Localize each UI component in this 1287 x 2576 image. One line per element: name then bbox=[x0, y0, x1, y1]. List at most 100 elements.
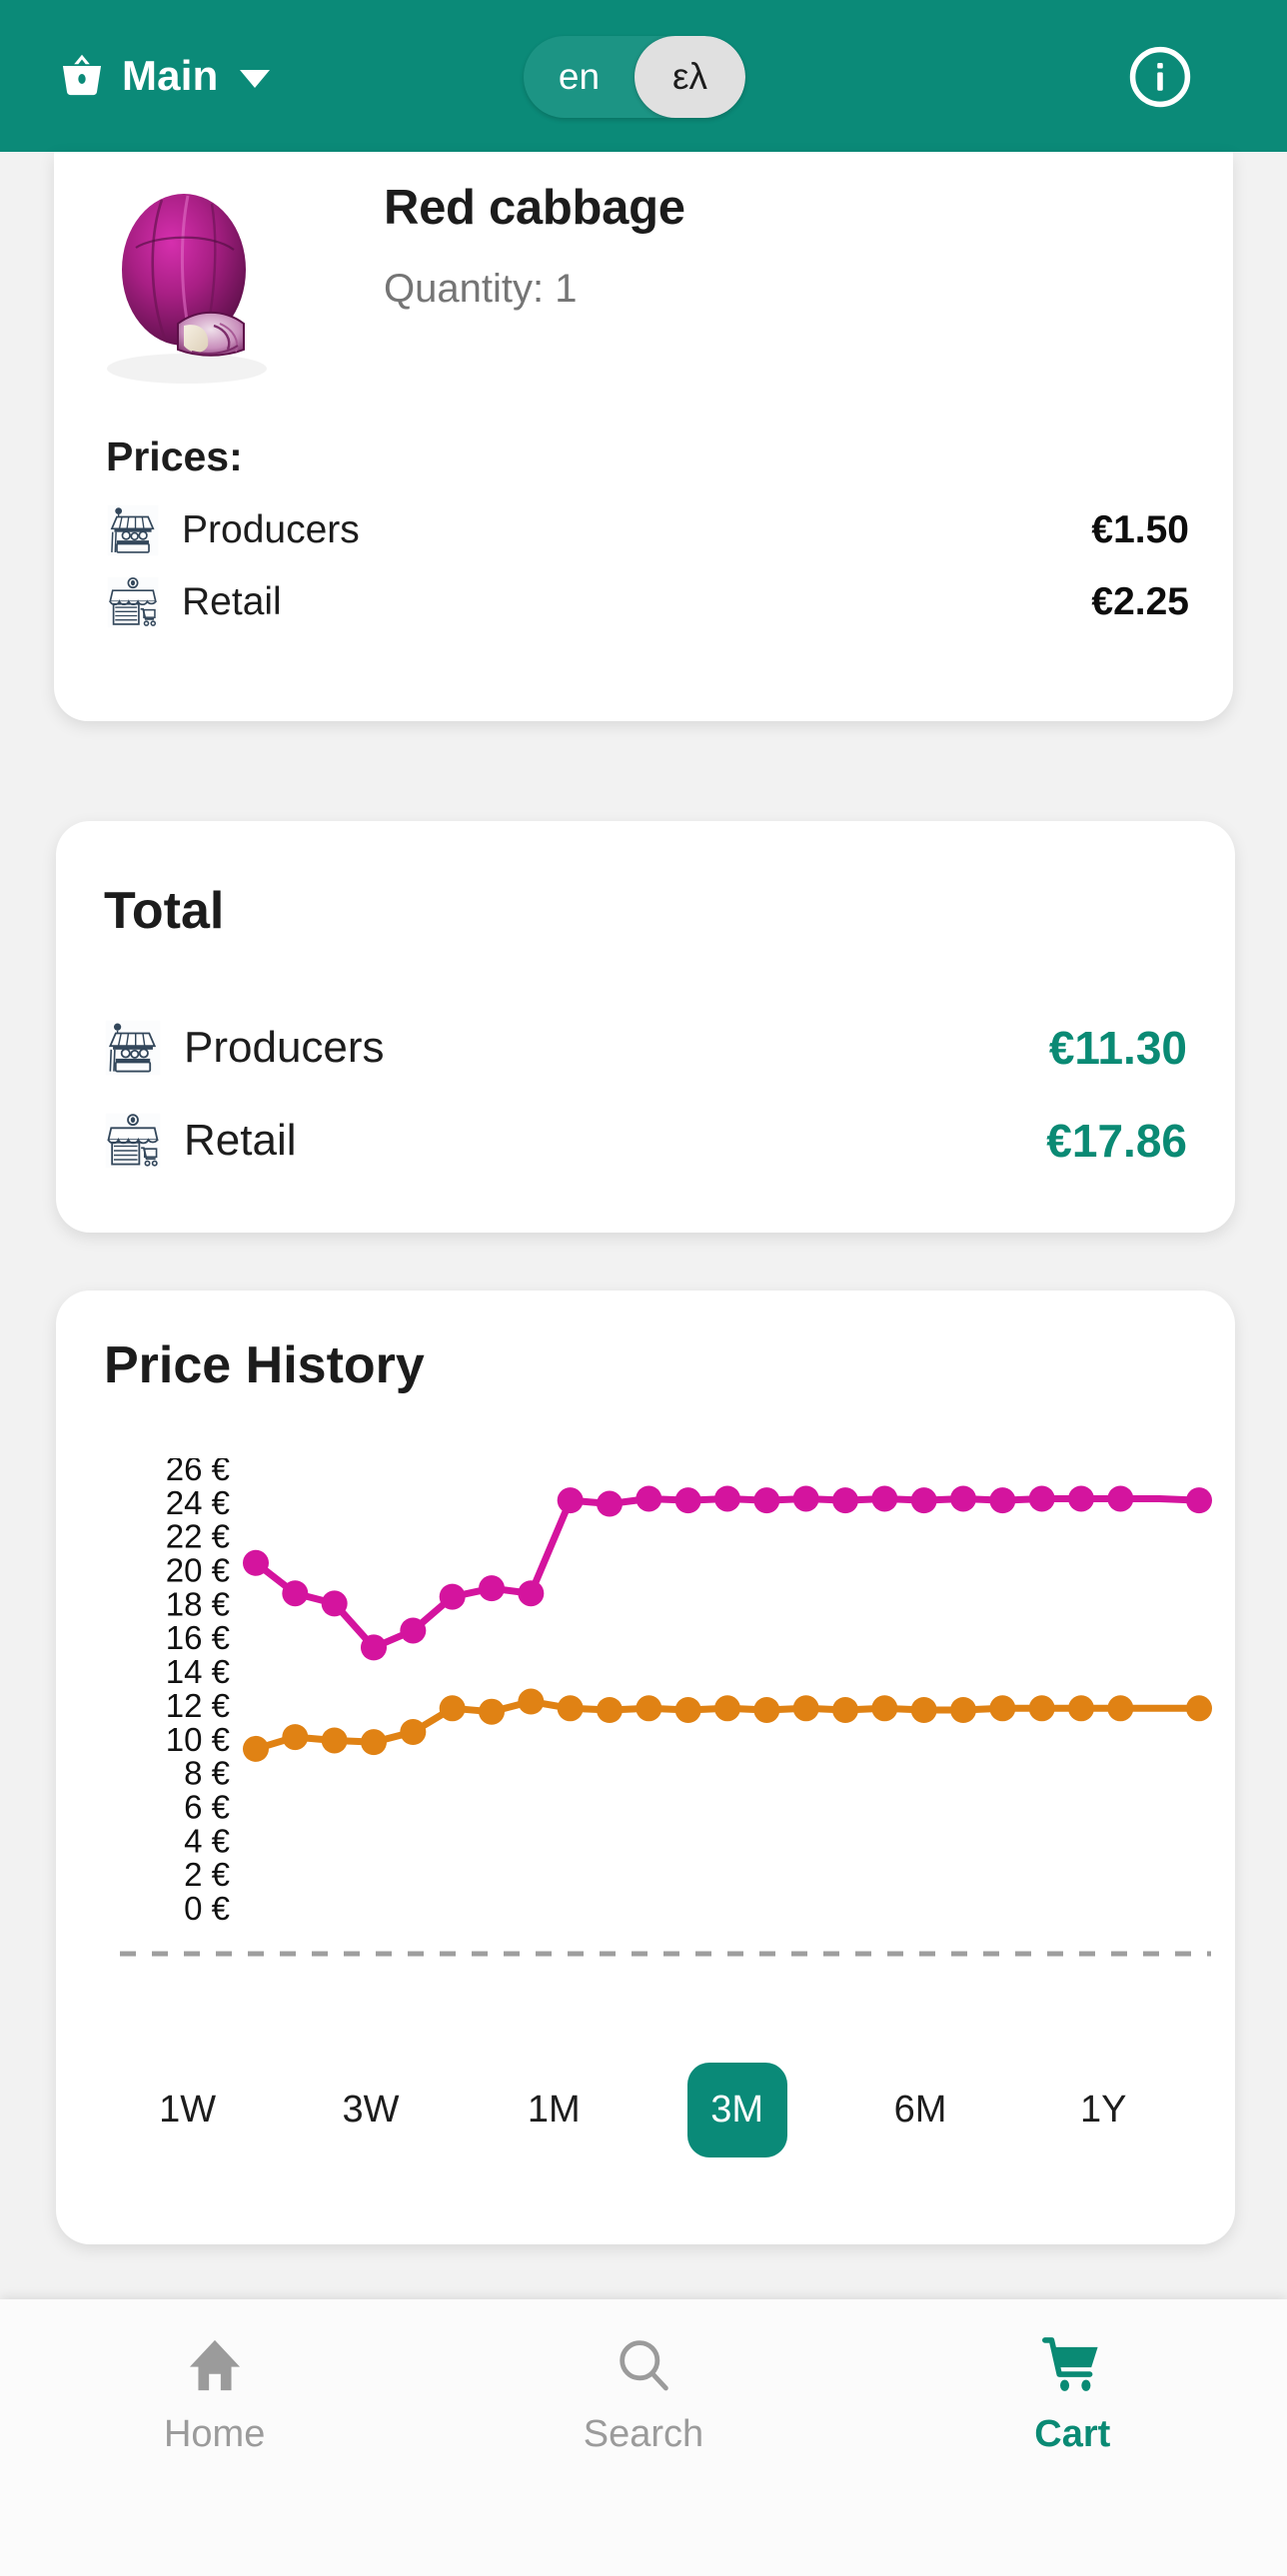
series-point bbox=[674, 1487, 701, 1514]
price-value: €1.50 bbox=[1091, 508, 1189, 551]
series-point bbox=[1028, 1485, 1055, 1512]
y-axis-tick-label: 2 € bbox=[184, 1856, 230, 1893]
nav-item-cart[interactable]: Cart bbox=[858, 2333, 1287, 2456]
market-stall-icon bbox=[105, 1020, 161, 1076]
chevron-down-icon[interactable] bbox=[240, 70, 271, 88]
price-label: Producers bbox=[182, 508, 360, 551]
lang-option-en[interactable]: en bbox=[524, 36, 635, 118]
price-label: Retail bbox=[182, 580, 282, 623]
series-point bbox=[636, 1695, 662, 1722]
series-point bbox=[1107, 1695, 1134, 1722]
total-title: Total bbox=[104, 882, 225, 940]
y-axis-tick-label: 0 € bbox=[184, 1890, 230, 1927]
series-point bbox=[1068, 1695, 1094, 1722]
market-stall-icon bbox=[107, 504, 159, 556]
series-point bbox=[400, 1719, 427, 1745]
series-point bbox=[910, 1487, 937, 1514]
y-axis-tick-label: 18 € bbox=[166, 1585, 230, 1622]
range-button-1w[interactable]: 1W bbox=[138, 2063, 238, 2157]
series-point bbox=[1186, 1695, 1212, 1722]
y-axis-tick-label: 14 € bbox=[166, 1653, 230, 1690]
product-card[interactable]: Red cabbage Quantity: 1 Prices: Producer… bbox=[54, 152, 1233, 721]
series-point bbox=[479, 1575, 505, 1602]
language-toggle[interactable]: en ελ bbox=[524, 36, 745, 118]
price-row-producers: Producers €1.50 bbox=[106, 499, 1189, 561]
scroll-content[interactable]: Red cabbage Quantity: 1 Prices: Producer… bbox=[0, 152, 1287, 2299]
series-point bbox=[557, 1487, 584, 1514]
nav-label-home: Home bbox=[163, 2413, 266, 2455]
y-axis-tick-label: 16 € bbox=[166, 1619, 230, 1656]
price-history-chart[interactable]: 0 €2 €4 €6 €8 €10 €12 €14 €16 €18 €20 €2… bbox=[56, 1458, 1235, 2018]
y-axis-tick-label: 20 € bbox=[166, 1552, 230, 1589]
series-point bbox=[636, 1485, 662, 1512]
series-point bbox=[989, 1487, 1016, 1514]
chart-series-producers bbox=[243, 1688, 1212, 1762]
series-point bbox=[597, 1490, 623, 1517]
storefront-icon bbox=[107, 576, 159, 628]
y-axis-tick-label: 12 € bbox=[166, 1687, 230, 1724]
product-header: Red cabbage Quantity: 1 bbox=[54, 152, 1233, 412]
y-axis-tick-label: 6 € bbox=[184, 1788, 230, 1825]
range-selector[interactable]: 1W 3W 1M 3M 6M 1Y bbox=[96, 2050, 1195, 2169]
y-axis-tick-label: 26 € bbox=[166, 1458, 230, 1487]
series-point bbox=[282, 1724, 309, 1751]
series-line bbox=[252, 1494, 1203, 1651]
series-point bbox=[1107, 1485, 1134, 1512]
total-card: Total Producers €11.30 Retail €17.86 bbox=[56, 821, 1235, 1233]
series-point bbox=[832, 1487, 858, 1514]
nav-item-home[interactable]: Home bbox=[0, 2333, 429, 2456]
series-point bbox=[714, 1695, 740, 1722]
series-point bbox=[321, 1590, 348, 1617]
series-point bbox=[439, 1695, 466, 1722]
series-point bbox=[439, 1583, 466, 1610]
series-point bbox=[674, 1697, 701, 1723]
app-screen: Main en ελ Red cabbage Quantity: 1 Price… bbox=[0, 0, 1287, 2576]
series-point bbox=[950, 1485, 976, 1512]
series-point bbox=[910, 1697, 937, 1723]
nav-label-search: Search bbox=[583, 2413, 704, 2455]
range-button-6m[interactable]: 6M bbox=[870, 2063, 970, 2157]
series-point bbox=[871, 1695, 898, 1722]
series-point bbox=[518, 1580, 545, 1607]
price-history-svg: 0 €2 €4 €6 €8 €10 €12 €14 €16 €18 €20 €2… bbox=[120, 1458, 1212, 1957]
series-point bbox=[753, 1697, 780, 1723]
app-bar: Main en ελ bbox=[0, 0, 1287, 152]
series-point bbox=[1028, 1695, 1055, 1722]
series-point bbox=[361, 1634, 387, 1661]
y-axis-tick-label: 8 € bbox=[184, 1755, 230, 1792]
search-icon bbox=[620, 2340, 668, 2391]
product-name: Red cabbage bbox=[384, 181, 685, 235]
total-label: Retail bbox=[184, 1116, 297, 1165]
series-point bbox=[792, 1485, 819, 1512]
prices-heading: Prices: bbox=[106, 433, 243, 479]
series-point bbox=[282, 1580, 309, 1607]
bottom-navigation: Home Search Cart bbox=[0, 2299, 1287, 2576]
info-circle-icon[interactable] bbox=[1125, 42, 1195, 112]
lang-option-el[interactable]: ελ bbox=[635, 36, 745, 118]
range-button-3m[interactable]: 3M bbox=[686, 2062, 787, 2157]
cart-icon bbox=[1042, 2337, 1098, 2391]
series-point bbox=[321, 1727, 348, 1754]
series-point bbox=[871, 1485, 898, 1512]
basket-icon bbox=[62, 54, 102, 96]
series-point bbox=[361, 1729, 387, 1756]
nav-label-cart: Cart bbox=[1034, 2413, 1111, 2455]
range-button-3w[interactable]: 3W bbox=[321, 2063, 421, 2157]
total-row-producers: Producers €11.30 bbox=[104, 1013, 1187, 1083]
storefront-icon bbox=[105, 1113, 161, 1169]
range-button-1m[interactable]: 1M bbox=[504, 2063, 604, 2157]
series-point bbox=[1186, 1487, 1212, 1514]
total-value: €11.30 bbox=[1048, 1022, 1187, 1074]
price-history-title: Price History bbox=[104, 1336, 425, 1394]
price-value: €2.25 bbox=[1091, 580, 1189, 623]
product-quantity: Quantity: 1 bbox=[384, 267, 578, 311]
series-point bbox=[1068, 1485, 1094, 1512]
series-point bbox=[400, 1617, 427, 1644]
range-button-1y[interactable]: 1Y bbox=[1053, 2063, 1153, 2157]
nav-item-search[interactable]: Search bbox=[429, 2333, 857, 2456]
home-icon bbox=[189, 2339, 240, 2391]
main-list-selector[interactable]: Main bbox=[56, 50, 271, 102]
total-value: €17.86 bbox=[1046, 1115, 1187, 1167]
series-point bbox=[792, 1695, 819, 1722]
y-axis-tick-label: 22 € bbox=[166, 1518, 230, 1555]
